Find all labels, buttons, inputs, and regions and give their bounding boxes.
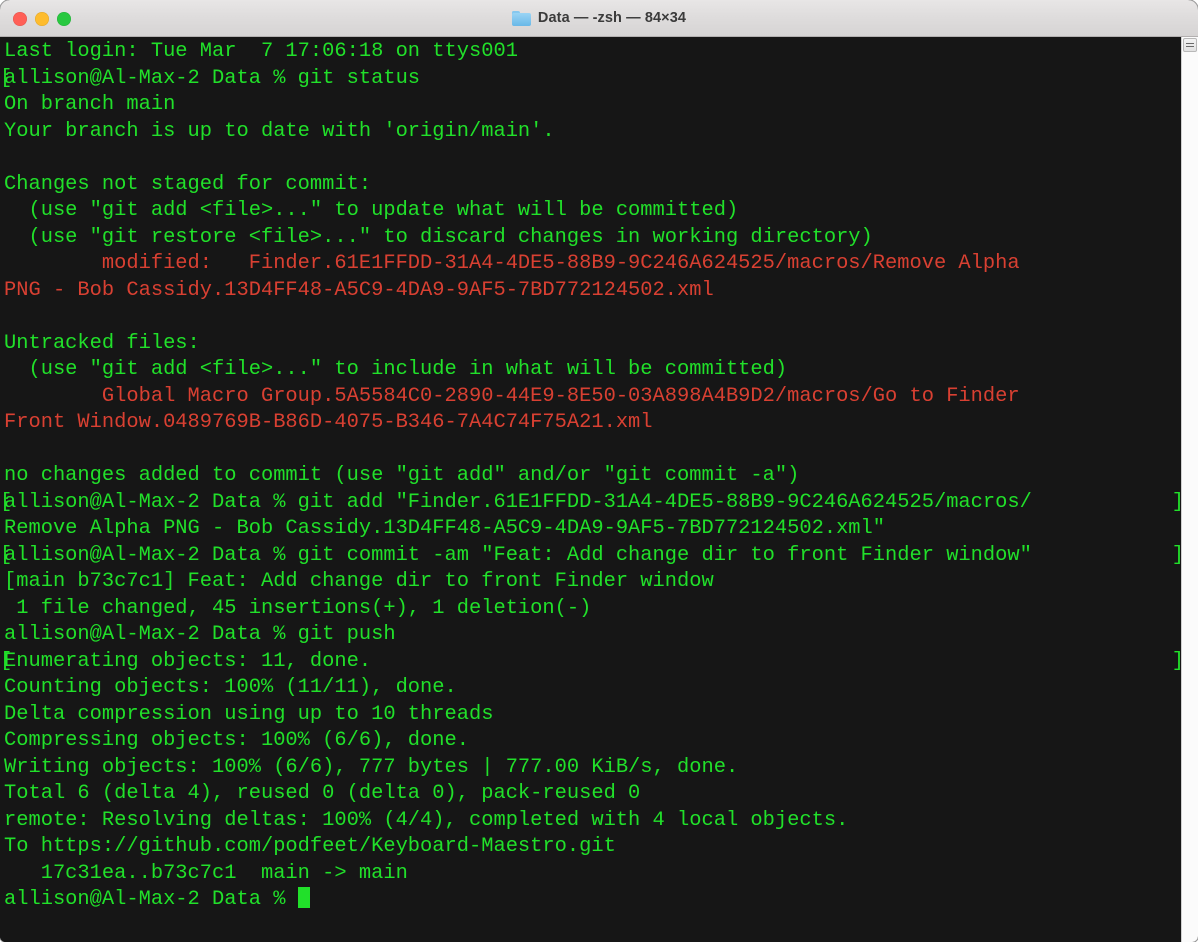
- window-titlebar[interactable]: Data — -zsh — 84×34: [0, 0, 1198, 37]
- terminal-line: 1 file changed, 45 insertions(+), 1 dele…: [4, 596, 1181, 623]
- terminal-line-text: [main b73c7c1] Feat: Add change dir to f…: [4, 570, 714, 593]
- terminal-line: Remove Alpha PNG - Bob Cassidy.13D4FF48-…: [4, 516, 1181, 543]
- terminal-line: Changes not staged for commit:: [4, 172, 1181, 199]
- terminal-line-text: Remove Alpha PNG - Bob Cassidy.13D4FF48-…: [4, 517, 886, 540]
- terminal-line: modified: Finder.61E1FFDD-31A4-4DE5-88B9…: [4, 251, 1181, 278]
- terminal-line-text: (use "git add <file>..." to include in w…: [4, 358, 788, 381]
- terminal-body: Last login: Tue Mar 7 17:06:18 on ttys00…: [0, 37, 1198, 942]
- line-wrap-marker-right: ]: [1172, 490, 1181, 517]
- folder-icon: [511, 10, 531, 26]
- terminal-line-text: Global Macro Group.5A5584C0-2890-44E9-8E…: [4, 384, 1020, 408]
- window-title-group: Data — -zsh — 84×34: [511, 10, 687, 26]
- scrollbar-grip-icon[interactable]: [1183, 38, 1197, 52]
- terminal-line: [main b73c7c1] Feat: Add change dir to f…: [4, 569, 1181, 596]
- terminal-line: [allison@Al-Max-2 Data % git status: [0, 66, 1181, 93]
- terminal-line: allison@Al-Max-2 Data % git push: [4, 622, 1181, 649]
- terminal-line-text: On branch main: [4, 93, 176, 116]
- terminal-line: [Enumerating objects: 11, done.]: [0, 649, 1181, 676]
- terminal-line-text: 1 file changed, 45 insertions(+), 1 dele…: [4, 596, 592, 620]
- terminal-line-text: remote: Resolving deltas: 100% (4/4), co…: [4, 808, 849, 832]
- terminal-line-text: Delta compression using up to 10 threads: [4, 702, 494, 726]
- terminal-line: no changes added to commit (use "git add…: [4, 463, 1181, 490]
- line-wrap-marker-left: [: [0, 649, 13, 673]
- terminal-line-text: PNG - Bob Cassidy.13D4FF48-A5C9-4DA9-9AF…: [4, 278, 714, 302]
- terminal-line: remote: Resolving deltas: 100% (4/4), co…: [4, 808, 1181, 835]
- terminal-line: [allison@Al-Max-2 Data % git commit -am …: [0, 543, 1181, 570]
- line-wrap-marker-right: ]: [1172, 543, 1181, 570]
- terminal-line-text: Changes not staged for commit:: [4, 172, 372, 196]
- terminal-line-text: Last login: Tue Mar 7 17:06:18 on ttys00…: [4, 40, 518, 63]
- maximize-button[interactable]: [57, 11, 71, 26]
- terminal-scrollbar[interactable]: [1181, 37, 1198, 942]
- line-wrap-marker-left: [: [0, 543, 13, 567]
- terminal-line-text: allison@Al-Max-2 Data % git add "Finder.…: [4, 490, 1032, 514]
- terminal-line: Last login: Tue Mar 7 17:06:18 on ttys00…: [4, 39, 1181, 66]
- terminal-line: 17c31ea..b73c7c1 main -> main: [4, 861, 1181, 888]
- line-wrap-marker-left: [: [0, 66, 13, 90]
- terminal-line: (use "git add <file>..." to include in w…: [4, 357, 1181, 384]
- traffic-light-group: [13, 0, 71, 37]
- window-title: Data — -zsh — 84×34: [537, 10, 687, 26]
- terminal-line: Global Macro Group.5A5584C0-2890-44E9-8E…: [4, 384, 1181, 411]
- terminal-line: [allison@Al-Max-2 Data % git add "Finder…: [0, 490, 1181, 517]
- terminal-line: Your branch is up to date with 'origin/m…: [4, 119, 1181, 146]
- terminal-line-text: To https://github.com/podfeet/Keyboard-M…: [4, 835, 616, 858]
- terminal-window: Data — -zsh — 84×34 Last login: Tue Mar …: [0, 0, 1198, 942]
- line-wrap-marker-right: ]: [1172, 649, 1181, 676]
- terminal-line-text: Writing objects: 100% (6/6), 777 bytes |…: [4, 755, 739, 779]
- terminal-line-text: allison@Al-Max-2 Data % git status: [4, 66, 421, 90]
- terminal-line: To https://github.com/podfeet/Keyboard-M…: [4, 834, 1181, 861]
- terminal-line-text: Your branch is up to date with 'origin/m…: [4, 119, 555, 143]
- terminal-line-text: (use "git restore <file>..." to discard …: [4, 225, 873, 249]
- terminal-line-text: Counting objects: 100% (11/11), done.: [4, 676, 457, 699]
- terminal-line: allison@Al-Max-2 Data %: [4, 887, 1181, 914]
- terminal-line-text: allison@Al-Max-2 Data %: [4, 888, 298, 911]
- terminal-line: (use "git add <file>..." to update what …: [4, 198, 1181, 225]
- terminal-line: Total 6 (delta 4), reused 0 (delta 0), p…: [4, 781, 1181, 808]
- terminal-line-text: modified: Finder.61E1FFDD-31A4-4DE5-88B9…: [4, 252, 1020, 275]
- terminal-output: Last login: Tue Mar 7 17:06:18 on ttys00…: [0, 39, 1181, 914]
- terminal-line-text: Untracked files:: [4, 331, 200, 355]
- block-cursor: [297, 887, 310, 908]
- terminal-line: PNG - Bob Cassidy.13D4FF48-A5C9-4DA9-9AF…: [4, 278, 1181, 305]
- terminal-line-text: no changes added to commit (use "git add…: [4, 464, 800, 487]
- terminal-line-text: allison@Al-Max-2 Data % git commit -am "…: [4, 543, 1032, 567]
- terminal-line: Compressing objects: 100% (6/6), done.: [4, 728, 1181, 755]
- line-wrap-marker-left: [: [0, 490, 13, 514]
- terminal-line-text: 17c31ea..b73c7c1 main -> main: [4, 861, 408, 885]
- terminal-line: Writing objects: 100% (6/6), 777 bytes |…: [4, 755, 1181, 782]
- terminal-screen[interactable]: Last login: Tue Mar 7 17:06:18 on ttys00…: [0, 37, 1181, 942]
- terminal-line: (use "git restore <file>..." to discard …: [4, 225, 1181, 252]
- terminal-line-text: Front Window.0489769B-B86D-4075-B346-7A4…: [4, 411, 653, 434]
- terminal-line-text: Compressing objects: 100% (6/6), done.: [4, 729, 469, 752]
- terminal-line-text: Total 6 (delta 4), reused 0 (delta 0), p…: [4, 782, 641, 805]
- terminal-line-text: Enumerating objects: 11, done.: [4, 649, 372, 673]
- close-button[interactable]: [13, 11, 27, 26]
- terminal-line-text: allison@Al-Max-2 Data % git push: [4, 623, 396, 646]
- terminal-line-text: (use "git add <file>..." to update what …: [4, 199, 739, 222]
- terminal-line: Counting objects: 100% (11/11), done.: [4, 675, 1181, 702]
- terminal-line: On branch main: [4, 92, 1181, 119]
- terminal-line: Delta compression using up to 10 threads: [4, 702, 1181, 729]
- terminal-line: Untracked files:: [4, 331, 1181, 358]
- terminal-line: Front Window.0489769B-B86D-4075-B346-7A4…: [4, 410, 1181, 437]
- minimize-button[interactable]: [35, 11, 49, 26]
